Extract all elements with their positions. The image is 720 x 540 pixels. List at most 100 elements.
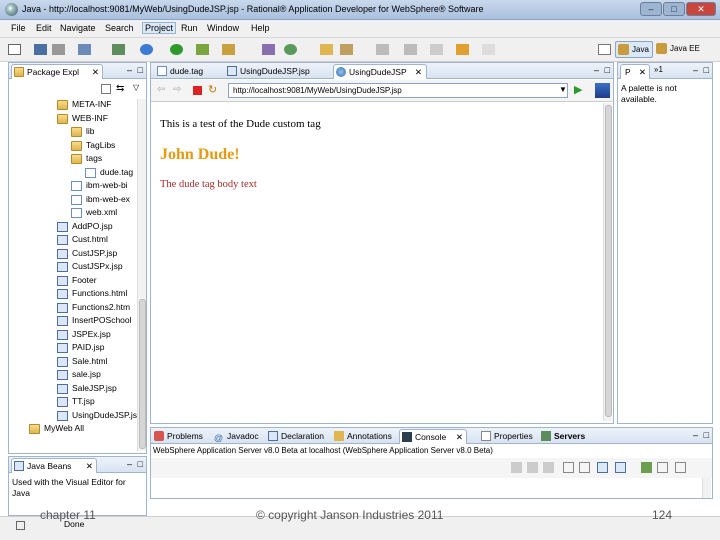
tree-item[interactable]: WEB-INF	[57, 112, 108, 125]
browser-back-icon[interactable]: ⇦	[157, 84, 165, 95]
link-editor-icon[interactable]: ⇆	[116, 83, 124, 94]
maximize-button[interactable]: □	[663, 2, 685, 16]
tab-properties[interactable]: Properties	[479, 429, 537, 444]
close-tab-icon[interactable]: ✕	[415, 65, 422, 79]
go-icon[interactable]: ▶	[574, 83, 582, 96]
terminate-icon[interactable]	[511, 462, 522, 473]
show-stderr-icon[interactable]	[615, 462, 626, 473]
tree-item[interactable]: Sale.html	[57, 355, 107, 368]
tab-console[interactable]: Console ✕	[399, 429, 467, 444]
close-tab-icon[interactable]: ✕	[86, 459, 93, 473]
print-icon[interactable]	[52, 44, 65, 55]
perspective-java[interactable]: Java	[615, 41, 653, 58]
open-folder-icon[interactable]	[320, 44, 333, 55]
view-menu-icon[interactable]: ▽	[133, 83, 139, 92]
close-tab-icon[interactable]: ✕	[639, 65, 646, 79]
maximize-view-icon[interactable]: □	[704, 430, 709, 440]
annotation-icon[interactable]	[404, 44, 417, 55]
external-tools-icon[interactable]	[196, 44, 209, 55]
new-package-icon[interactable]	[222, 44, 235, 55]
menu-search[interactable]: Search	[105, 23, 134, 33]
browser-refresh-icon[interactable]: ↻	[208, 83, 217, 96]
tree-scrollbar-thumb[interactable]	[139, 299, 146, 449]
minimize-view-icon[interactable]: –	[693, 65, 698, 75]
maximize-view-icon[interactable]: □	[138, 65, 143, 75]
open-type-icon[interactable]	[78, 44, 91, 55]
tab-dude-tag[interactable]: dude.tag	[155, 64, 221, 79]
maximize-editor-icon[interactable]: □	[605, 65, 610, 75]
tab-problems[interactable]: Problems	[152, 429, 210, 444]
tree-item[interactable]: Footer	[57, 274, 97, 287]
edit-icon[interactable]	[340, 44, 353, 55]
tab-declaration[interactable]: Declaration	[266, 429, 330, 444]
tab-annotations[interactable]: Annotations	[332, 429, 398, 444]
tree-item[interactable]: CustJSP.jsp	[57, 247, 117, 260]
debug-icon[interactable]	[140, 44, 153, 55]
tree-item[interactable]: CustJSPx.jsp	[57, 260, 123, 273]
new-class-icon[interactable]	[262, 44, 275, 55]
url-dropdown-icon[interactable]: ▼	[559, 85, 567, 94]
remove-launch-icon[interactable]	[527, 462, 538, 473]
maximize-view-icon[interactable]: □	[138, 459, 143, 469]
tab-java-beans[interactable]: Java Beans ✕	[11, 458, 97, 473]
tree-scrollbar[interactable]	[137, 99, 146, 451]
tab-usingdudejsp-browser[interactable]: UsingDudeJSP ✕	[333, 64, 427, 79]
tree-item[interactable]: SaleJSP.jsp	[57, 382, 117, 395]
remove-all-icon[interactable]	[543, 462, 554, 473]
tree-item[interactable]: dude.tag	[85, 166, 133, 179]
tree-item[interactable]: TagLibs	[71, 139, 115, 152]
tree-item[interactable]: META-INF	[57, 98, 112, 111]
server-icon[interactable]	[112, 44, 125, 55]
tree-item[interactable]: Functions2.htm	[57, 301, 130, 314]
menu-window[interactable]: Window	[207, 23, 239, 33]
browser-stop-icon[interactable]	[193, 86, 202, 95]
tab-usingdudejsp-jsp[interactable]: UsingDudeJSP.jsp	[225, 64, 329, 79]
tree-item[interactable]: web.xml	[71, 206, 117, 219]
tree-item[interactable]: PAID.jsp	[57, 341, 104, 354]
collapse-all-icon[interactable]	[101, 84, 111, 94]
tab-javadoc[interactable]: @ Javadoc	[212, 429, 264, 444]
save-icon[interactable]	[34, 44, 47, 55]
search-icon[interactable]	[376, 44, 389, 55]
close-tab-icon[interactable]: ✕	[92, 65, 99, 79]
clear-console-icon[interactable]	[563, 462, 574, 473]
minimize-editor-icon[interactable]: –	[594, 65, 599, 75]
menu-project[interactable]: Project	[142, 22, 177, 34]
menu-help[interactable]: Help	[251, 23, 270, 33]
tree-item[interactable]: lib	[71, 125, 95, 138]
display-console-icon[interactable]	[657, 462, 668, 473]
new-icon[interactable]	[8, 44, 21, 55]
tree-item[interactable]: UsingDudeJSP.jsp	[57, 409, 142, 422]
minimize-button[interactable]: –	[640, 2, 662, 16]
close-tab-icon[interactable]: ✕	[456, 430, 463, 444]
tree-item[interactable]: ibm-web-bi	[71, 179, 128, 192]
minimize-view-icon[interactable]: –	[127, 459, 132, 469]
tree-item[interactable]: ibm-web-ex	[71, 193, 130, 206]
minimize-view-icon[interactable]: –	[127, 65, 132, 75]
forward-icon[interactable]	[482, 44, 495, 55]
console-scrollbar[interactable]	[702, 478, 711, 498]
tree-item[interactable]: tags	[71, 152, 102, 165]
tree-item[interactable]: sale.jsp	[57, 368, 101, 381]
tree-item[interactable]: AddPO.jsp	[57, 220, 113, 233]
maximize-view-icon[interactable]: □	[704, 65, 709, 75]
project-item[interactable]: MyWeb All	[29, 422, 84, 435]
show-stdout-icon[interactable]	[597, 462, 608, 473]
tree-item[interactable]: JSPEx.jsp	[57, 328, 111, 341]
tree-item[interactable]: Cust.html	[57, 233, 108, 246]
more-views-tab[interactable]: »1	[654, 65, 663, 74]
perspective-javaee[interactable]: Java EE	[654, 41, 703, 58]
browser-scrollbar[interactable]	[603, 103, 612, 421]
scroll-lock-icon[interactable]	[579, 462, 590, 473]
tree-item[interactable]: TT.jsp	[57, 395, 95, 408]
browser-scrollbar-thumb[interactable]	[605, 105, 612, 417]
browser-forward-icon[interactable]: ⇨	[173, 84, 181, 95]
next-annotation-icon[interactable]	[430, 44, 443, 55]
tab-servers[interactable]: Servers	[539, 429, 591, 444]
fast-view-icon[interactable]	[16, 521, 25, 530]
open-perspective-icon[interactable]	[598, 44, 611, 55]
close-button[interactable]: ✕	[686, 2, 716, 16]
back-icon[interactable]	[456, 44, 469, 55]
run-icon[interactable]	[170, 44, 183, 55]
menu-file[interactable]: File	[11, 23, 26, 33]
